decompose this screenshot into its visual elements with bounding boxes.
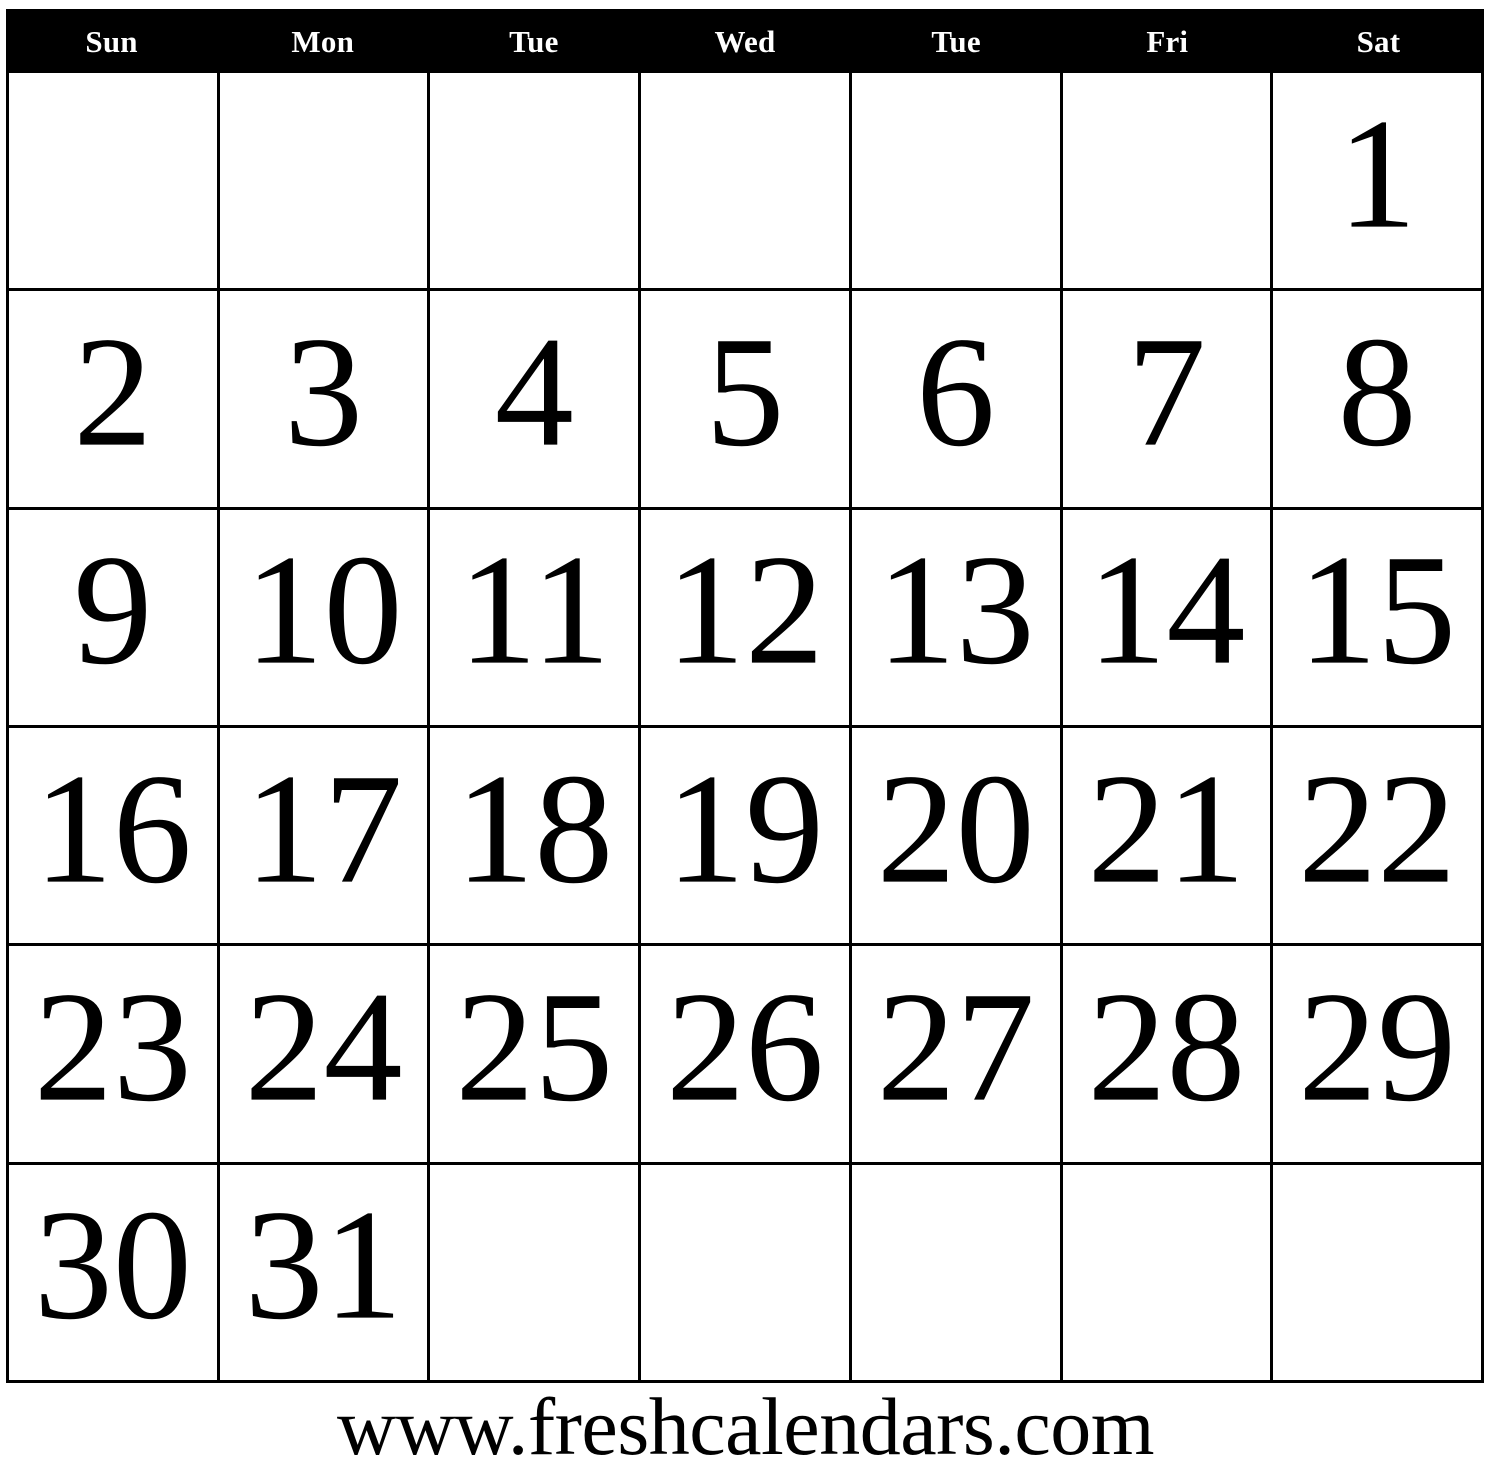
weekday-header-tue: Tue xyxy=(509,23,559,59)
date-cell[interactable] xyxy=(641,1164,852,1383)
date-cell[interactable]: 13 xyxy=(851,509,1063,728)
date-number: 1 xyxy=(1337,86,1417,262)
date-number: 25 xyxy=(455,959,614,1135)
date-cell[interactable]: 16 xyxy=(9,727,220,947)
weekday-header-mon: Mon xyxy=(291,23,355,59)
date-number: 16 xyxy=(33,741,192,917)
date-cell[interactable] xyxy=(1273,1164,1484,1383)
date-number: 14 xyxy=(1087,522,1246,698)
weekday-header-thu: Tue xyxy=(931,23,981,59)
weekday-header-sun: Sun xyxy=(85,23,138,59)
date-cell[interactable] xyxy=(219,73,431,292)
date-cell[interactable]: 25 xyxy=(430,946,642,1165)
weekday-header-row: Sun Mon Tue Wed Tue Fri Sat xyxy=(6,9,1484,73)
date-cell[interactable]: 1 xyxy=(1273,73,1484,292)
date-cell[interactable]: 31 xyxy=(219,1164,431,1383)
date-cell[interactable]: 20 xyxy=(851,727,1063,947)
date-cell[interactable] xyxy=(1062,1164,1274,1383)
date-number: 30 xyxy=(33,1177,192,1353)
date-number: 2 xyxy=(73,304,153,480)
date-cell[interactable]: 26 xyxy=(641,946,852,1165)
date-cell[interactable] xyxy=(430,1164,642,1383)
date-number: 28 xyxy=(1087,959,1246,1135)
footer-url-text[interactable]: www.freshcalendars.com xyxy=(337,1386,1155,1468)
date-cell[interactable]: 23 xyxy=(9,946,220,1165)
date-number: 4 xyxy=(494,304,574,480)
date-number: 21 xyxy=(1087,741,1246,917)
date-number: 5 xyxy=(705,304,785,480)
date-cell[interactable]: 15 xyxy=(1273,509,1484,728)
date-number: 26 xyxy=(665,959,824,1135)
weekday-header-wed: Wed xyxy=(714,23,776,59)
date-cell[interactable]: 19 xyxy=(641,727,852,947)
date-number: 11 xyxy=(458,522,611,698)
date-grid: 1 2 3 4 5 6 7 8 9 10 11 12 13 14 15 16 1… xyxy=(6,73,1484,1383)
date-cell[interactable]: 3 xyxy=(219,291,431,510)
date-number: 9 xyxy=(73,522,153,698)
date-cell[interactable]: 18 xyxy=(430,727,642,947)
date-cell[interactable]: 12 xyxy=(641,509,852,728)
date-number: 27 xyxy=(876,959,1035,1135)
date-cell[interactable]: 5 xyxy=(641,291,852,510)
date-cell[interactable]: 28 xyxy=(1062,946,1274,1165)
date-cell[interactable]: 6 xyxy=(851,291,1063,510)
date-cell[interactable]: 30 xyxy=(9,1164,220,1383)
date-cell[interactable] xyxy=(9,73,220,292)
date-number: 20 xyxy=(876,741,1035,917)
date-cell[interactable]: 11 xyxy=(430,509,642,728)
site-footer: www.freshcalendars.com xyxy=(0,1386,1491,1468)
date-number: 12 xyxy=(665,522,824,698)
weekday-header-fri: Fri xyxy=(1146,23,1189,59)
date-cell[interactable] xyxy=(851,1164,1063,1383)
date-cell[interactable]: 22 xyxy=(1273,727,1484,947)
date-cell[interactable]: 8 xyxy=(1273,291,1484,510)
date-number: 6 xyxy=(916,304,996,480)
date-cell[interactable]: 14 xyxy=(1062,509,1274,728)
date-number: 7 xyxy=(1126,304,1206,480)
date-number: 22 xyxy=(1298,741,1457,917)
date-number: 15 xyxy=(1298,522,1457,698)
date-cell[interactable] xyxy=(430,73,642,292)
date-number: 18 xyxy=(455,741,614,917)
date-cell[interactable]: 2 xyxy=(9,291,220,510)
date-cell[interactable]: 21 xyxy=(1062,727,1274,947)
date-cell[interactable]: 24 xyxy=(219,946,431,1165)
date-cell[interactable]: 9 xyxy=(9,509,220,728)
weekday-header-sat: Sat xyxy=(1356,23,1401,59)
date-number: 3 xyxy=(284,304,364,480)
date-cell[interactable]: 4 xyxy=(430,291,642,510)
date-number: 10 xyxy=(244,522,403,698)
date-cell[interactable]: 10 xyxy=(219,509,431,728)
date-number: 23 xyxy=(33,959,192,1135)
calendar-page: Sun Mon Tue Wed Tue Fri Sat 1 2 3 4 5 6 … xyxy=(0,0,1491,1468)
date-cell[interactable]: 17 xyxy=(219,727,431,947)
date-number: 29 xyxy=(1298,959,1457,1135)
date-cell[interactable]: 7 xyxy=(1062,291,1274,510)
date-number: 31 xyxy=(244,1177,403,1353)
date-number: 24 xyxy=(244,959,403,1135)
date-number: 19 xyxy=(665,741,824,917)
date-cell[interactable]: 27 xyxy=(851,946,1063,1165)
date-number: 8 xyxy=(1337,304,1417,480)
date-cell[interactable] xyxy=(1062,73,1274,292)
date-number: 13 xyxy=(876,522,1035,698)
date-cell[interactable] xyxy=(851,73,1063,292)
date-cell[interactable]: 29 xyxy=(1273,946,1484,1165)
date-number: 17 xyxy=(244,741,403,917)
date-cell[interactable] xyxy=(641,73,852,292)
